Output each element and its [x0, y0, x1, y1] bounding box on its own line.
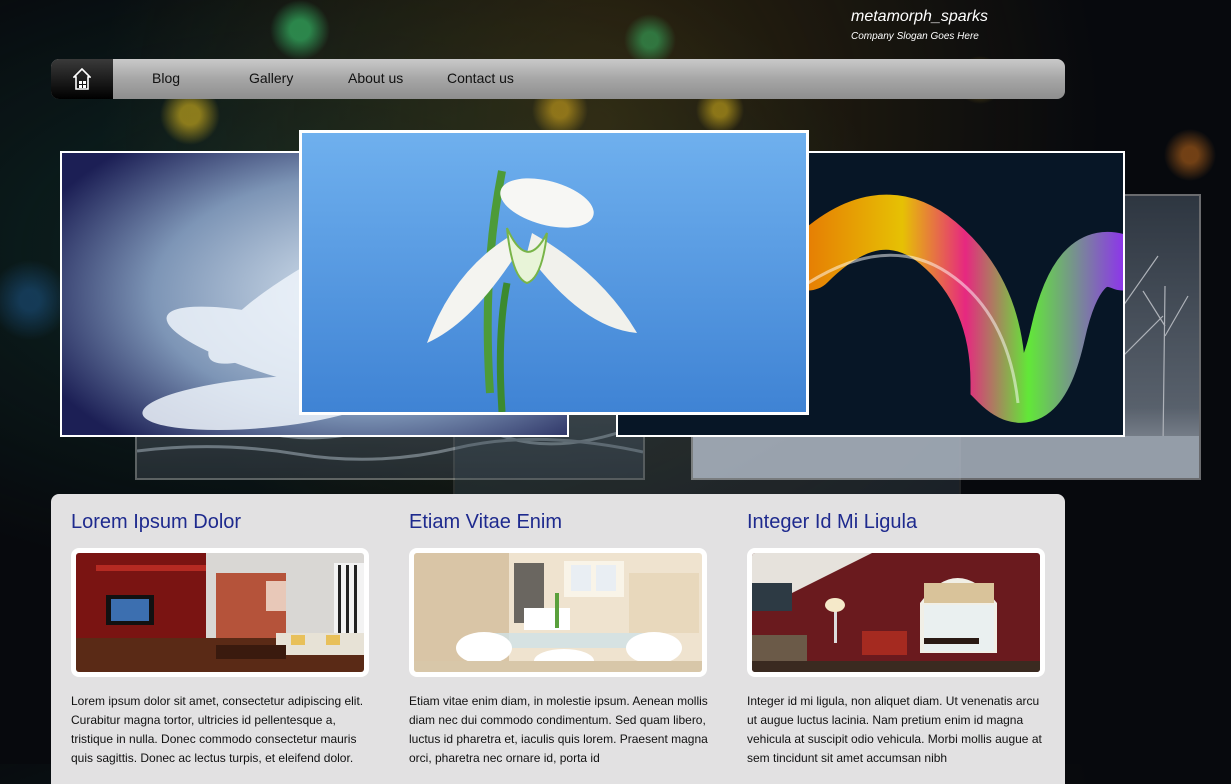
- feature-thumbnail[interactable]: [409, 548, 707, 677]
- home-icon: [73, 68, 91, 90]
- feature-title[interactable]: Etiam Vitae Enim: [409, 511, 562, 534]
- red-living-room-image: [752, 553, 1040, 672]
- feature-title[interactable]: Integer Id Mi Ligula: [747, 511, 917, 534]
- living-room-image: [76, 553, 364, 672]
- content-panel: Lorem Ipsum Dolor Lorem ipsum dolor sit …: [51, 494, 1065, 784]
- brand: metamorph_sparks Company Slogan Goes Her…: [851, 8, 988, 42]
- feature-title[interactable]: Lorem Ipsum Dolor: [71, 511, 241, 534]
- site-name[interactable]: metamorph_sparks: [851, 8, 988, 26]
- feature-thumbnail[interactable]: [747, 548, 1045, 677]
- home-button[interactable]: [51, 59, 113, 99]
- nav-link-about-us[interactable]: About us: [348, 70, 403, 86]
- slide-snowdrop-flower[interactable]: [299, 130, 809, 415]
- site-slogan: Company Slogan Goes Here: [851, 31, 979, 42]
- kitchen-image: [414, 553, 702, 672]
- image-slider[interactable]: [0, 120, 1231, 500]
- feature-text: Integer id mi ligula, non aliquet diam. …: [747, 694, 1042, 765]
- feature-text: Lorem ipsum dolor sit amet, consectetur …: [71, 694, 364, 765]
- nav-link-blog[interactable]: Blog: [152, 70, 180, 86]
- nav-link-gallery[interactable]: Gallery: [249, 70, 293, 86]
- main-nav: Blog Gallery About us Contact us: [51, 59, 1065, 99]
- feature-text: Etiam vitae enim diam, in molestie ipsum…: [409, 694, 708, 765]
- nav-link-contact-us[interactable]: Contact us: [447, 70, 514, 86]
- feature-thumbnail[interactable]: [71, 548, 369, 677]
